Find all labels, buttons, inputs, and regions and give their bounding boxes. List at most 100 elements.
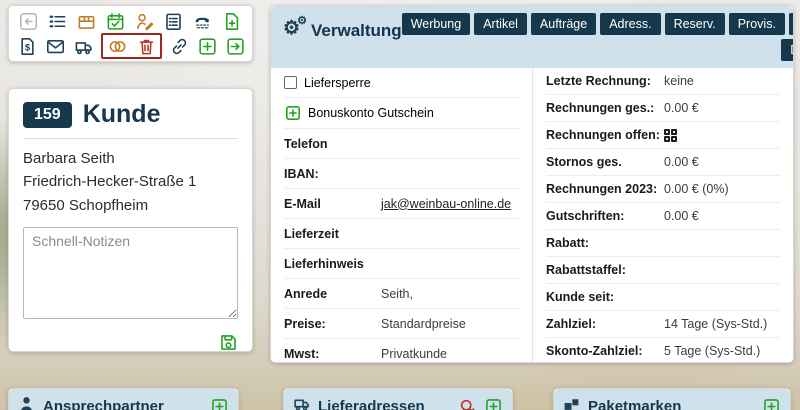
packages-icon (563, 395, 580, 410)
field-label: Anrede (284, 287, 381, 301)
list-icon[interactable] (47, 11, 67, 31)
gears-icon: ⚙⚙ (283, 21, 305, 43)
field-row-kunde-seit: Kunde seit: (546, 284, 780, 311)
field-row-mwst: Mwst: Privatkunde (284, 339, 519, 363)
verwaltung-body: Liefersperre Bonuskonto Gutschein Telefo… (271, 68, 793, 363)
field-row-rechnungen-2023: Rechnungen 2023: 0.00 € (0%) (546, 176, 780, 203)
plus-square-icon[interactable] (198, 36, 217, 56)
field-value: 14 Tage (Sys-Std.) (664, 317, 767, 331)
toolbar: $ (8, 5, 253, 62)
field-label: Mwst: (284, 347, 381, 361)
verwaltung-title-text: Verwaltung (311, 21, 402, 41)
bonuskonto-label: Bonuskonto Gutschein (308, 106, 434, 120)
liefersperre-row: Liefersperre (284, 68, 519, 98)
bonuskonto-row: Bonuskonto Gutschein (284, 98, 519, 129)
add-paketmarke-icon[interactable] (761, 396, 781, 410)
overlapping-circles-icon[interactable] (107, 36, 127, 56)
field-row-skonto-zahlziel: Skonto-Zahlziel: 5 Tage (Sys-Std.) (546, 338, 780, 363)
field-value: 0.00 € (664, 101, 699, 115)
file-plus-icon[interactable] (221, 11, 241, 31)
remove-address-icon[interactable] (457, 396, 477, 410)
invoice-icon[interactable]: $ (18, 36, 37, 56)
add-bonuskonto-icon[interactable] (284, 105, 301, 122)
user-edit-icon[interactable] (134, 11, 154, 31)
field-row-lieferhinweis: Lieferhinweis (284, 249, 519, 279)
field-label: Rechnungen ges.: (546, 101, 664, 115)
calendar-check-icon[interactable] (105, 11, 125, 31)
field-row-rabattstaffel: Rabattstaffel: (546, 257, 780, 284)
field-row-rechnungen-ges: Rechnungen ges.: 0.00 € (546, 95, 780, 122)
quick-notes-input[interactable] (23, 227, 238, 319)
field-value: Seith, (381, 287, 413, 301)
field-label: Rechnungen offen: (546, 128, 664, 142)
field-label: Preise: (284, 317, 381, 331)
customer-header: 159 Kunde (23, 100, 238, 129)
field-row-rechnungen-offen: Rechnungen offen: (546, 122, 780, 149)
envelope-icon[interactable] (46, 36, 65, 56)
field-label: Gutschriften: (546, 209, 664, 223)
field-label: Zahlziel: (546, 317, 664, 331)
email-link[interactable]: jak@weinbau-online.de (381, 197, 511, 211)
field-label: IBAN: (284, 167, 381, 181)
panel-title: Lieferadressen (318, 398, 425, 410)
customer-number-badge: 159 (23, 102, 72, 128)
field-row-rabatt: Rabatt: (546, 230, 780, 257)
save-notes-icon[interactable] (218, 333, 238, 353)
field-label: E-Mail (284, 197, 381, 211)
tab-auftraege[interactable]: Aufträge (531, 13, 596, 35)
toolbar-row-1 (18, 11, 243, 31)
customer-city: 79650 Schopfheim (23, 194, 238, 217)
field-row-stornos: Stornos ges. 0.00 € (546, 149, 780, 176)
tab-provis[interactable]: Provis. (729, 13, 785, 35)
panel-title: Ansprechpartner (43, 398, 164, 410)
field-label: Skonto-Zahlziel: (546, 344, 664, 358)
trash-icon[interactable] (136, 36, 156, 56)
field-row-telefon: Telefon (284, 129, 519, 159)
customer-card: 159 Kunde Barbara Seith Friedrich-Hecker… (8, 88, 253, 352)
lieferadressen-header: Lieferadressen (284, 389, 512, 410)
field-label: Kunde seit: (546, 290, 664, 304)
customer-title: Kunde (83, 100, 161, 129)
verwaltung-header: ⚙⚙ Verwaltung Werbung Artikel Aufträge A… (271, 6, 793, 68)
field-value: 0.00 € (0%) (664, 182, 729, 196)
field-label: Letzte Rechnung: (546, 74, 664, 88)
liefersperre-checkbox[interactable] (284, 76, 297, 89)
arrow-right-square-icon[interactable] (226, 36, 245, 56)
tab-bezieh[interactable]: Bezieh. (789, 13, 794, 35)
tab-werbung[interactable]: Werbung (402, 13, 471, 35)
fax-icon[interactable] (192, 11, 212, 31)
paketmarken-panel: Paketmarken (553, 388, 791, 410)
add-address-icon[interactable] (483, 396, 503, 410)
field-row-iban: IBAN: (284, 159, 519, 189)
tab-reserv[interactable]: Reserv. (665, 13, 725, 35)
customer-street: Friedrich-Hecker-Straße 1 (23, 170, 238, 193)
field-row-lieferzeit: Lieferzeit (284, 219, 519, 249)
field-label: Rabatt: (546, 236, 664, 250)
verwaltung-title: ⚙⚙ Verwaltung (283, 13, 402, 61)
link-icon[interactable] (170, 36, 189, 56)
field-value: 0.00 € (664, 155, 699, 169)
add-contact-icon[interactable] (209, 396, 229, 410)
field-row-anrede: Anrede Seith, (284, 279, 519, 309)
clipboard-list-icon[interactable] (163, 11, 183, 31)
ansprechpartner-panel: Ansprechpartner (8, 388, 239, 410)
field-label: Stornos ges. (546, 155, 664, 169)
field-value: 0.00 € (664, 209, 699, 223)
ansprechpartner-header: Ansprechpartner (9, 389, 238, 410)
field-value: Privatkunde (381, 347, 447, 361)
divider (23, 138, 238, 139)
field-row-gutschriften: Gutschriften: 0.00 € (546, 203, 780, 230)
truck-icon[interactable] (74, 36, 93, 56)
field-label: Rabattstaffel: (546, 263, 664, 277)
field-label: Lieferhinweis (284, 257, 381, 271)
toolbar-row-2: $ (18, 36, 243, 56)
delivery-truck-icon (293, 395, 310, 410)
tab-artikel[interactable]: Artikel (474, 13, 527, 35)
back-icon[interactable] (18, 11, 38, 31)
tab-daten[interactable]: Daten (781, 39, 794, 61)
grid-loading-icon (664, 129, 677, 142)
package-icon[interactable] (76, 11, 96, 31)
field-value: 5 Tage (Sys-Std.) (664, 344, 760, 358)
tab-adress[interactable]: Adress. (600, 13, 660, 35)
field-label: Rechnungen 2023: (546, 182, 664, 196)
